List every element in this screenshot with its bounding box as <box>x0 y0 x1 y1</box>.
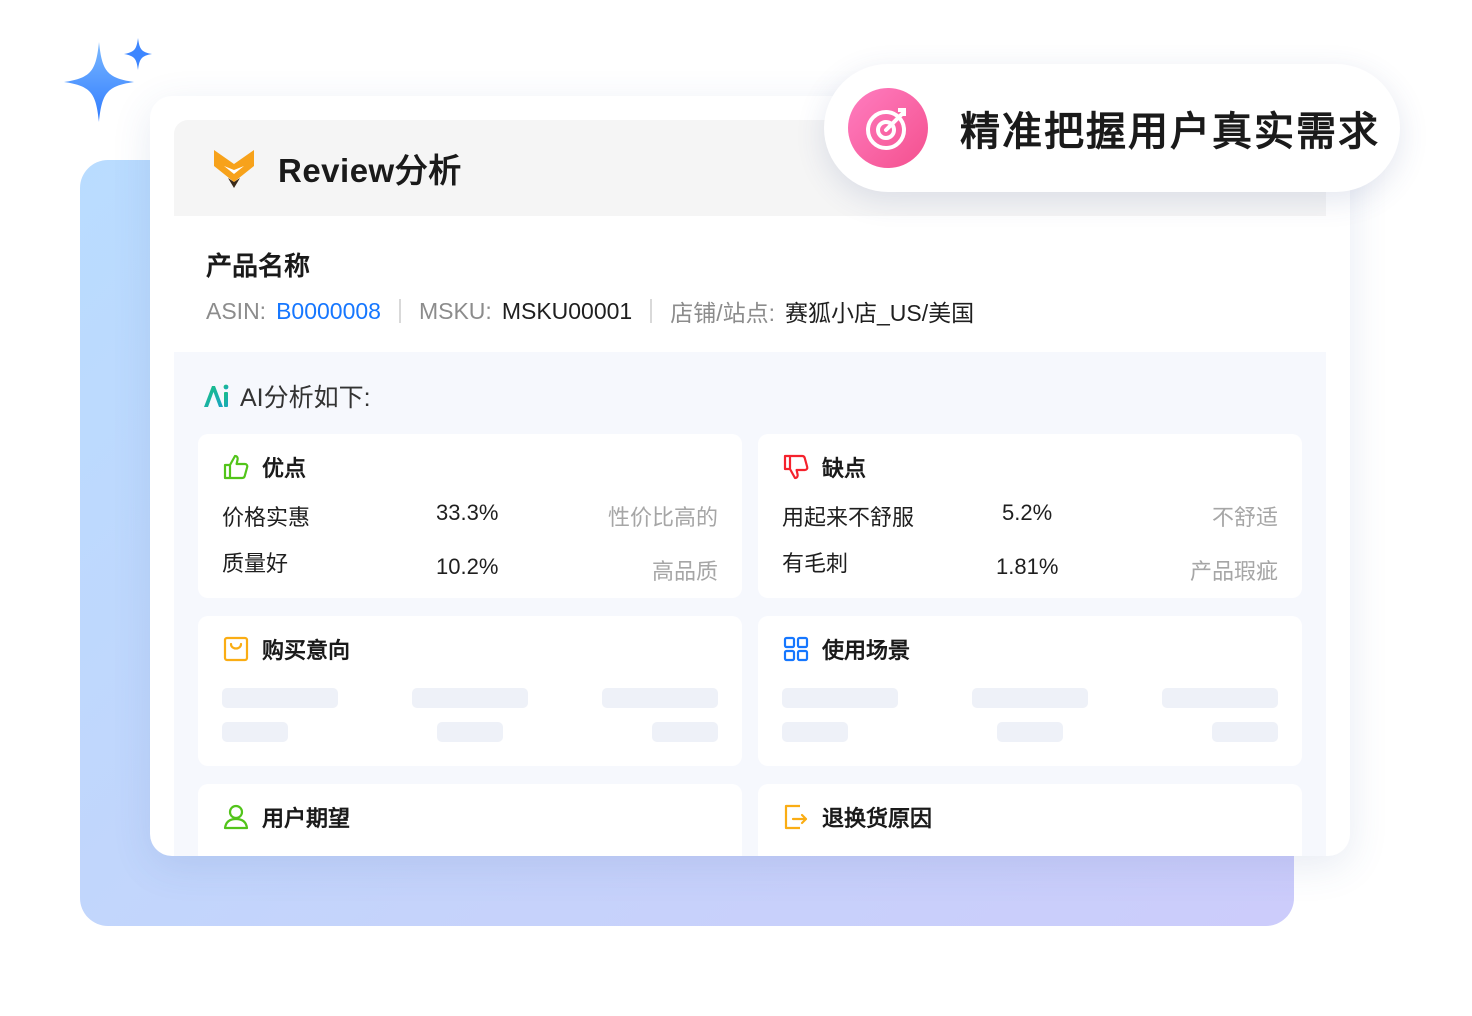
grid-icon <box>783 636 809 662</box>
product-name: 产品名称 <box>206 251 311 281</box>
thumbs-down-icon <box>783 454 809 480</box>
meta-divider <box>650 299 653 323</box>
cons-label: 有毛刺 <box>782 551 849 576</box>
ai-analysis-title: AI分析如下: <box>240 384 371 412</box>
user-expectation-header: 用户期望 <box>222 800 350 834</box>
sparkle-small-icon <box>124 38 152 70</box>
return-reason-header: 退换货原因 <box>782 800 932 834</box>
purchase-intent-panel: 购买意向 <box>198 616 742 766</box>
pros-tag: 性价比高的 <box>607 505 718 530</box>
callout-text: 精准把握用户真实需求 <box>960 110 1380 154</box>
loading-placeholder <box>1162 688 1278 708</box>
cons-tag: 不舒适 <box>1211 505 1278 530</box>
usage-scenario-title: 使用场景 <box>822 638 911 663</box>
card-title: Review分析 <box>278 152 462 189</box>
usage-scenario-panel: 使用场景 <box>758 616 1302 766</box>
loading-placeholder <box>997 722 1063 742</box>
msku-label: MSKU: <box>418 297 492 324</box>
loading-placeholder <box>782 688 898 708</box>
user-icon <box>223 804 249 830</box>
shopping-bag-icon <box>223 636 249 662</box>
cons-row: 有毛刺 1.81% 产品瑕疵 <box>782 546 1278 584</box>
usage-scenario-header: 使用场景 <box>782 632 910 666</box>
msku-value: MSKU00001 <box>501 297 633 324</box>
loading-placeholder <box>602 688 718 708</box>
purchase-intent-title: 购买意向 <box>262 638 351 663</box>
cons-row: 用起来不舒服 5.2% 不舒适 <box>782 500 1278 534</box>
return-reason-panel: 退换货原因 <box>758 784 1302 856</box>
store-value: 赛狐小店_US/美国 <box>785 300 975 326</box>
loading-placeholder <box>972 688 1088 708</box>
asin-label: ASIN: <box>206 297 267 324</box>
cons-tag: 产品瑕疵 <box>1189 559 1278 584</box>
fox-logo-icon <box>214 150 254 188</box>
store-label: 店铺/站点: <box>670 300 776 326</box>
cons-header: 缺点 <box>782 450 866 484</box>
pros-percent: 33.3% <box>436 500 499 525</box>
pros-percent: 10.2% <box>436 554 499 579</box>
product-meta: ASIN: B0000008 MSKU: MSKU00001 店铺/站点: 赛狐… <box>206 295 974 327</box>
cons-percent: 1.81% <box>996 554 1059 579</box>
thumbs-up-icon <box>223 454 249 480</box>
callout-pill: 精准把握用户真实需求 <box>824 64 1400 192</box>
loading-placeholder <box>222 688 338 708</box>
ai-icon <box>204 384 229 407</box>
return-icon <box>784 804 808 830</box>
cons-percent: 5.2% <box>1002 500 1053 525</box>
asin-link[interactable]: B0000008 <box>276 298 381 325</box>
return-reason-title: 退换货原因 <box>822 806 933 831</box>
loading-placeholder <box>652 722 718 742</box>
pros-label: 价格实惠 <box>222 505 311 530</box>
user-expectation-title: 用户期望 <box>262 806 351 831</box>
loading-placeholder <box>412 688 528 708</box>
purchase-intent-header: 购买意向 <box>222 632 350 666</box>
target-icon <box>848 88 928 168</box>
pros-row: 质量好 10.2% 高品质 <box>222 546 718 584</box>
cons-title: 缺点 <box>822 456 867 481</box>
loading-placeholder <box>782 722 848 742</box>
review-analysis-card: Review分析 产品名称 ASIN: B0000008 MSKU: MSKU0… <box>150 96 1350 856</box>
pros-title: 优点 <box>262 456 307 481</box>
loading-placeholder <box>1212 722 1278 742</box>
pros-label: 质量好 <box>222 551 289 576</box>
cons-panel: 缺点 用起来不舒服 5.2% 不舒适 有毛刺 1.81% 产品瑕疵 <box>758 434 1302 598</box>
ai-analysis-section: AI分析如下: 优点 价格实惠 33.3% 性价比高的 质量好 10.2% 高品… <box>174 352 1326 856</box>
pros-header: 优点 <box>222 450 306 484</box>
loading-placeholder <box>222 722 288 742</box>
loading-placeholder <box>437 722 503 742</box>
pros-row: 价格实惠 33.3% 性价比高的 <box>222 500 718 534</box>
user-expectation-panel: 用户期望 <box>198 784 742 856</box>
cons-label: 用起来不舒服 <box>782 505 915 530</box>
meta-divider <box>398 299 401 323</box>
ai-analysis-heading: AI分析如下: <box>202 378 371 414</box>
pros-panel: 优点 价格实惠 33.3% 性价比高的 质量好 10.2% 高品质 <box>198 434 742 598</box>
pros-tag: 高品质 <box>651 559 718 584</box>
stage: Review分析 产品名称 ASIN: B0000008 MSKU: MSKU0… <box>0 0 1472 1016</box>
